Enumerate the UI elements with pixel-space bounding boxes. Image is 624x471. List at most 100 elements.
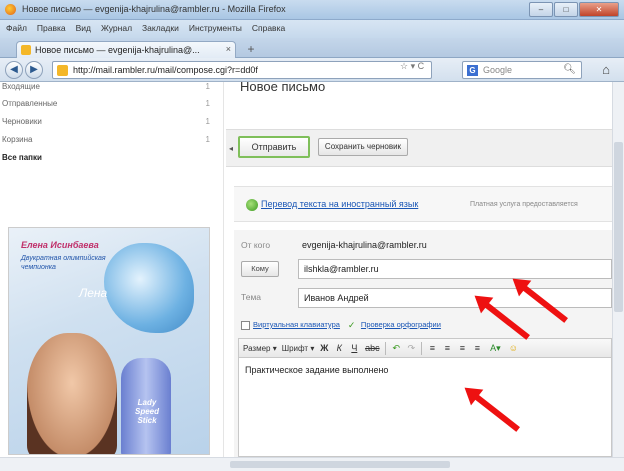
send-button[interactable]: Отправить <box>238 136 310 158</box>
site-icon <box>57 65 68 76</box>
close-button[interactable]: ✕ <box>579 2 619 17</box>
folder-label: Черновики <box>2 117 42 126</box>
url-controls[interactable]: ☆ ▾ C <box>400 61 424 72</box>
font-family-dropdown-icon: ▾ <box>310 343 315 353</box>
ad-model-image <box>27 333 117 454</box>
font-family-select[interactable]: Шрифт ▾ <box>282 344 315 353</box>
vertical-scroll-thumb[interactable] <box>614 142 623 312</box>
text-color-icon[interactable]: A▾ <box>487 343 503 354</box>
menu-file[interactable]: Файл <box>6 23 27 38</box>
back-forward-group: ◀ ▶ <box>5 61 43 79</box>
translate-bar: Перевод текста на иностранный язык Платн… <box>234 186 618 222</box>
italic-button[interactable]: К <box>334 343 344 353</box>
horizontal-scrollbar[interactable] <box>0 457 624 471</box>
window-controls: – □ ✕ <box>529 2 619 17</box>
search-placeholder: Google <box>483 65 513 75</box>
folder-inbox[interactable]: Входящие 1 <box>0 82 220 96</box>
subject-field[interactable]: Иванов Андрей <box>298 288 612 308</box>
subject-label: Тема <box>241 292 262 302</box>
menu-history[interactable]: Журнал <box>101 23 132 38</box>
from-label: От кого <box>241 240 271 250</box>
search-input[interactable]: G Google 🔍︎ <box>462 61 582 79</box>
collapse-arrow-icon[interactable]: ◂ <box>229 144 233 153</box>
spellcheck-icon: ✓ <box>347 319 356 330</box>
horizontal-scroll-thumb[interactable] <box>230 461 450 468</box>
to-field[interactable]: ilshkla@rambler.ru <box>298 259 612 279</box>
window-title: Новое письмо — evgenija-khajrulina@rambl… <box>22 4 286 14</box>
envelope-icon <box>21 45 31 55</box>
ad-brand: Lady Speed Stick <box>134 398 159 425</box>
tab-close-icon[interactable]: × <box>226 44 231 54</box>
folder-label: Корзина <box>2 135 33 144</box>
redo-icon[interactable]: ↷ <box>406 343 416 354</box>
url-text: http://mail.rambler.ru/mail/compose.cgi?… <box>73 65 258 75</box>
folder-drafts[interactable]: Черновики 1 <box>0 117 220 131</box>
forward-button[interactable]: ▶ <box>25 61 43 79</box>
virtual-keyboard-link[interactable]: Виртуальная клавиатура <box>253 320 340 329</box>
ad-tagline: Двукратная олимпийская чемпионка <box>21 255 106 271</box>
menu-bar: Файл Правка Вид Журнал Закладки Инструме… <box>0 20 624 38</box>
message-body-editor[interactable]: Практическое задание выполнено <box>238 358 612 457</box>
strikethrough-button[interactable]: abc <box>364 343 380 353</box>
menu-edit[interactable]: Правка <box>37 23 66 38</box>
font-size-dropdown-icon: ▾ <box>272 343 277 353</box>
folder-sent[interactable]: Отправленные 1 <box>0 99 220 113</box>
vertical-scrollbar[interactable] <box>612 82 624 457</box>
align-justify-icon[interactable]: ≡ <box>472 343 482 353</box>
page-title: Новое письмо <box>240 82 326 92</box>
compose-toolbar: ◂ Отправить Сохранить черновик <box>226 129 618 167</box>
translate-icon <box>246 199 258 211</box>
new-tab-button[interactable]: + <box>243 43 259 56</box>
menu-help[interactable]: Справка <box>252 23 285 38</box>
firefox-icon <box>5 4 16 15</box>
ad-signature: Лена <box>79 286 108 300</box>
page-content: Входящие 1 Отправленные 1 Черновики 1 Корзи… <box>0 82 624 457</box>
folder-count: 1 <box>205 99 210 108</box>
spellcheck-link[interactable]: Проверка орфографии <box>361 320 441 329</box>
align-left-icon[interactable]: ≡ <box>427 343 437 353</box>
keyboard-icon <box>241 320 250 330</box>
toolbar-divider <box>385 341 387 355</box>
minimize-button[interactable]: – <box>529 2 553 17</box>
menu-tools[interactable]: Инструменты <box>189 23 242 38</box>
compose-form: От кого evgenija-khajrulina@rambler.ru К… <box>234 230 618 457</box>
google-icon[interactable]: G <box>467 65 478 76</box>
ad-headline: Елена Исинбаева <box>21 240 99 250</box>
align-center-icon[interactable]: ≡ <box>442 343 452 353</box>
folder-label: Отправленные <box>2 99 58 108</box>
translate-link[interactable]: Перевод текста на иностранный язык <box>261 199 418 209</box>
mail-sidebar: Входящие 1 Отправленные 1 Черновики 1 Корзи… <box>0 82 224 457</box>
folder-trash[interactable]: Корзина 1 <box>0 135 220 149</box>
address-bar[interactable]: http://mail.rambler.ru/mail/compose.cgi?… <box>52 61 432 79</box>
folder-label: Входящие <box>2 82 40 91</box>
smiley-icon[interactable]: ☺ <box>508 343 518 353</box>
undo-icon[interactable]: ↶ <box>391 343 401 354</box>
font-size-select[interactable]: Размер ▾ <box>243 344 277 353</box>
folder-all[interactable]: Все папки <box>0 153 220 167</box>
save-draft-button[interactable]: Сохранить черновик <box>318 138 408 156</box>
maximize-button[interactable]: □ <box>554 2 578 17</box>
message-body-text: Практическое задание выполнено <box>245 365 389 375</box>
font-size-label: Размер <box>243 343 271 353</box>
align-right-icon[interactable]: ≡ <box>457 343 467 353</box>
compose-panel: Новое письмо ◂ Отправить Сохранить черно… <box>226 82 624 457</box>
home-icon[interactable]: ⌂ <box>596 61 616 79</box>
folder-label: Все папки <box>2 153 42 162</box>
back-button[interactable]: ◀ <box>5 61 23 79</box>
font-family-label: Шрифт <box>281 343 309 353</box>
toolbar-divider <box>421 341 423 355</box>
compose-tools-row: Виртуальная клавиатура ✓ Проверка орфограф… <box>241 320 441 330</box>
underline-button[interactable]: Ч <box>349 343 359 353</box>
menu-bookmarks[interactable]: Закладки <box>142 23 179 38</box>
navigation-bar: ◀ ▶ http://mail.rambler.ru/mail/compose.… <box>0 58 624 82</box>
tab-bar: Новое письмо — evgenija-khajrulina@... ×… <box>0 38 624 58</box>
bold-button[interactable]: Ж <box>319 343 329 353</box>
tab-compose[interactable]: Новое письмо — evgenija-khajrulina@... × <box>16 41 236 58</box>
menu-view[interactable]: Вид <box>76 23 91 38</box>
search-icon[interactable]: 🔍︎ <box>563 64 576 75</box>
tab-label: Новое письмо — evgenija-khajrulina@... <box>35 45 200 55</box>
advertisement-banner[interactable]: Елена Исинбаева Двукратная олимпийская ч… <box>8 227 210 455</box>
folder-count: 1 <box>205 82 210 91</box>
to-address-book-button[interactable]: Кому <box>241 261 279 277</box>
folder-count: 1 <box>205 117 210 126</box>
